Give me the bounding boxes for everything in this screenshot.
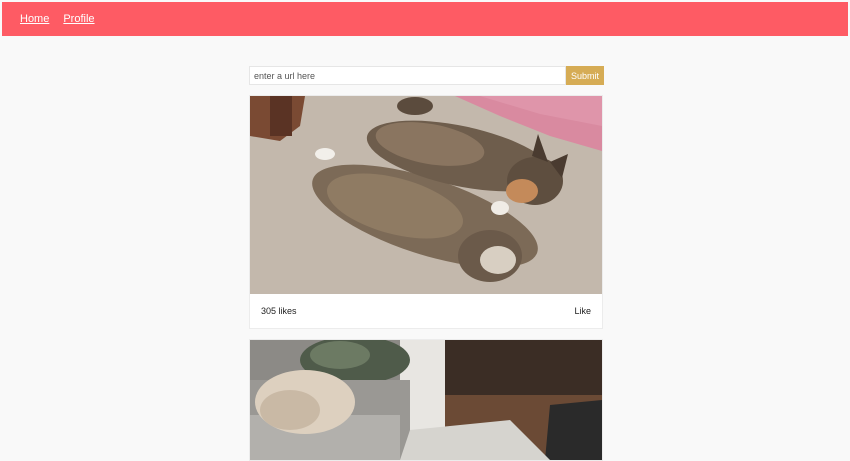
top-navbar: Home Profile xyxy=(2,2,848,36)
nav-home-link[interactable]: Home xyxy=(20,13,49,25)
post-image xyxy=(250,96,602,294)
url-form: Submit xyxy=(249,66,604,85)
submit-button[interactable]: Submit xyxy=(566,66,604,85)
nav-profile-link[interactable]: Profile xyxy=(63,13,94,25)
post-card xyxy=(249,339,603,461)
post-footer: 305 likes Like xyxy=(250,294,602,328)
likes-count: 305 likes xyxy=(261,306,297,316)
url-input[interactable] xyxy=(249,66,566,85)
post-image xyxy=(250,340,602,460)
post-card: 305 likes Like xyxy=(249,95,603,329)
feed: Submit xyxy=(249,66,604,461)
like-button[interactable]: Like xyxy=(574,306,591,316)
